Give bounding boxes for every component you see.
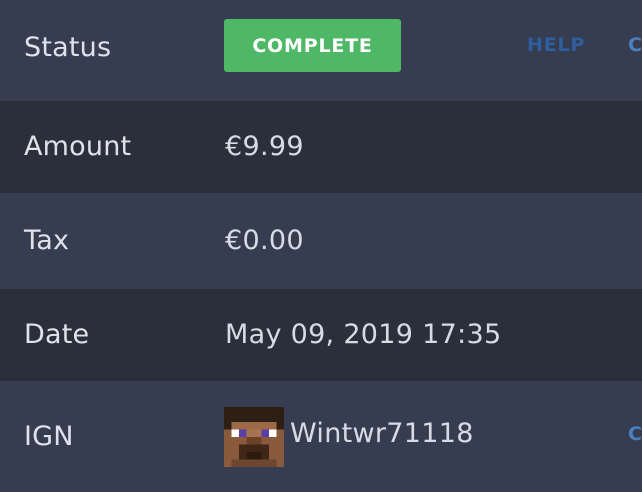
ign-row-action-link[interactable]: C xyxy=(628,423,642,445)
help-link[interactable]: HELP xyxy=(527,34,585,56)
date-row: Date May 09, 2019 17:35 xyxy=(0,289,642,381)
tax-value: €0.00 xyxy=(225,225,304,256)
date-label: Date xyxy=(24,319,90,350)
status-badge: COMPLETE xyxy=(224,19,401,72)
order-details-table: Status COMPLETE HELP C Amount €9.99 Tax … xyxy=(0,0,642,492)
ign-value: Wintwr71118 xyxy=(290,418,474,449)
player-head-icon xyxy=(224,407,284,467)
status-label: Status xyxy=(24,32,112,63)
ign-label: IGN xyxy=(24,421,74,452)
tax-row: Tax €0.00 xyxy=(0,193,642,289)
amount-value: €9.99 xyxy=(225,131,304,162)
date-value: May 09, 2019 17:35 xyxy=(225,319,502,350)
amount-row: Amount €9.99 xyxy=(0,101,642,193)
tax-label: Tax xyxy=(24,225,70,256)
status-row: Status COMPLETE HELP C xyxy=(0,0,642,101)
ign-row: IGN Wintwr71118 C xyxy=(0,381,642,492)
status-row-action-link[interactable]: C xyxy=(628,34,642,56)
amount-label: Amount xyxy=(24,131,132,162)
